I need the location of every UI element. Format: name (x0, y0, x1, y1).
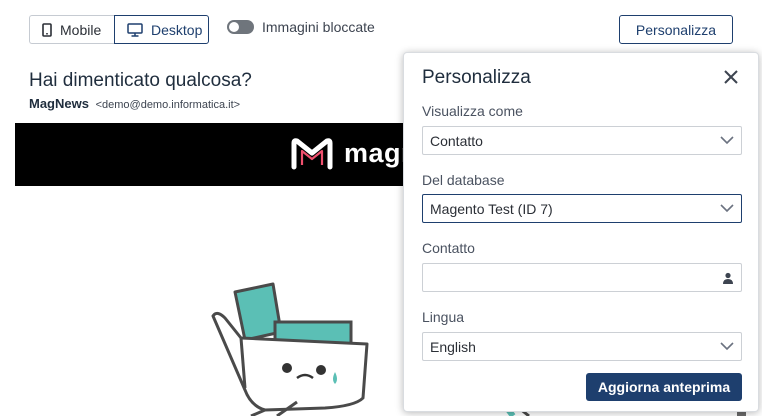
language-select[interactable]: English (422, 332, 742, 361)
sender-name: MagNews (29, 96, 89, 111)
database-select[interactable]: Magento Test (ID 7) (422, 194, 742, 223)
panel-title: Personalizza (422, 67, 531, 88)
mobile-phone-icon (42, 22, 52, 37)
customize-panel: Personalizza Visualizza come Contatto De… (403, 52, 759, 412)
chevron-down-icon (720, 136, 734, 145)
view-as-value: Contatto (430, 132, 483, 149)
desktop-monitor-icon (127, 22, 143, 37)
device-toggle: Mobile Desktop (29, 15, 209, 44)
email-subject: Hai dimenticato qualcosa? (29, 70, 252, 91)
mobile-view-label: Mobile (60, 21, 102, 38)
switch-knob (229, 22, 239, 32)
database-value: Magento Test (ID 7) (430, 200, 553, 217)
contact-label: Contatto (422, 240, 475, 256)
view-as-select[interactable]: Contatto (422, 126, 742, 155)
customize-button[interactable]: Personalizza (619, 15, 733, 44)
email-sender: MagNews <demo@demo.informatica.it> (29, 96, 240, 111)
sender-address: <demo@demo.informatica.it> (95, 99, 241, 111)
contact-input[interactable] (422, 263, 742, 292)
user-icon[interactable] (722, 272, 734, 284)
images-blocked-toggle[interactable]: Immagini bloccate (227, 19, 375, 35)
desktop-view-label: Desktop (151, 21, 203, 38)
images-blocked-label: Immagini bloccate (262, 19, 375, 35)
chevron-down-icon (720, 342, 734, 351)
language-label: Lingua (422, 309, 465, 325)
desktop-view-button[interactable]: Desktop (114, 15, 209, 44)
chevron-down-icon (720, 204, 734, 213)
view-as-label: Visualizza come (422, 103, 523, 119)
language-value: English (430, 338, 476, 355)
mobile-view-button[interactable]: Mobile (29, 15, 114, 44)
images-blocked-switch[interactable] (227, 20, 254, 34)
magnews-logo-icon (290, 137, 334, 176)
database-label: Del database (422, 172, 505, 188)
close-icon[interactable] (722, 68, 740, 86)
update-preview-button[interactable]: Aggiorna anteprima (586, 373, 742, 401)
